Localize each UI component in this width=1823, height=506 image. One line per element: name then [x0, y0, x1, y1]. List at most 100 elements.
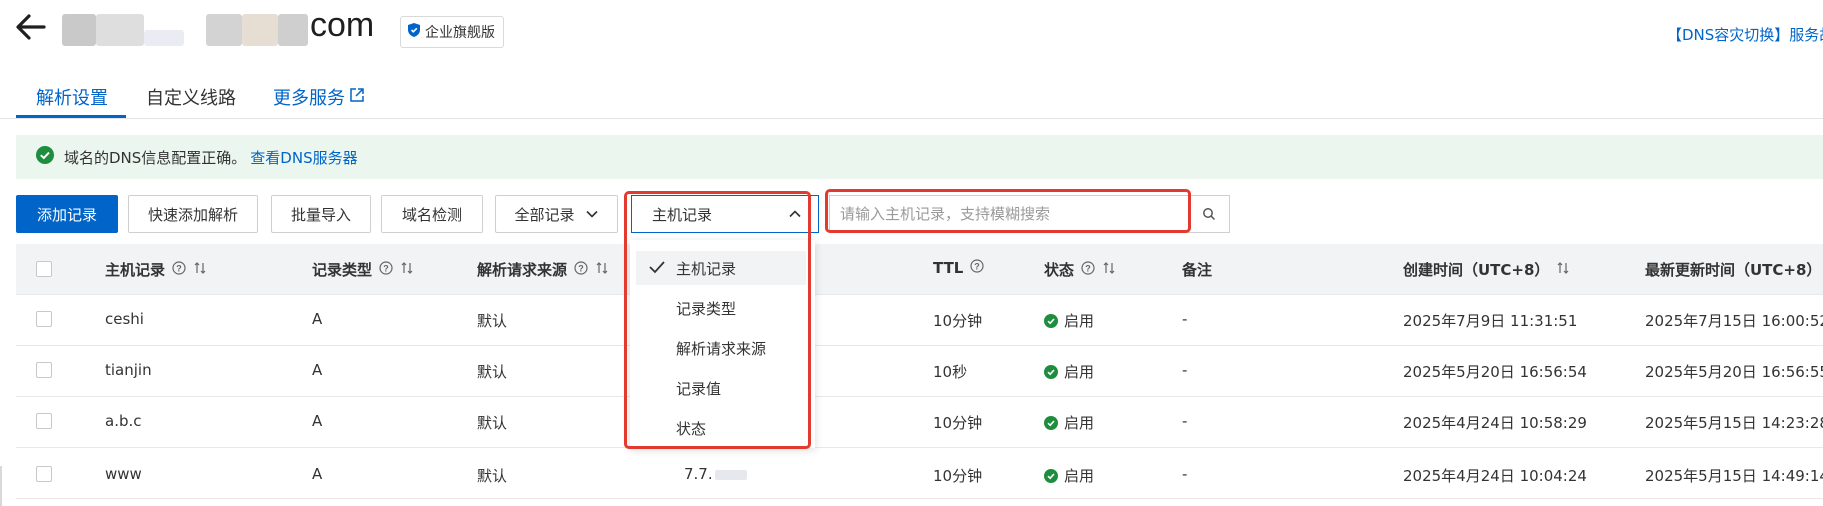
cell-host: www — [105, 465, 142, 483]
add-record-button[interactable]: 添加记录 — [16, 195, 118, 233]
dns-status-alert: 域名的DNS信息配置正确。 查看DNS服务器 — [16, 135, 1823, 179]
cell-ttl: 10分钟 — [933, 467, 983, 485]
help-icon[interactable]: ? — [379, 260, 393, 279]
cell-updated: 2025年5月15日 14:23:28 — [1645, 414, 1823, 432]
row-divider — [16, 396, 1823, 397]
sort-icon[interactable] — [400, 261, 414, 279]
cell-host: tianjin — [105, 361, 152, 379]
record-filter-label: 全部记录 — [514, 205, 575, 224]
column-header-host[interactable]: 主机记录 ? — [105, 259, 207, 280]
row-divider — [16, 447, 1823, 448]
dropdown-option-type[interactable]: 记录类型 — [636, 291, 806, 325]
tabs-divider — [0, 118, 1823, 119]
search-icon — [1202, 207, 1216, 221]
cell-created: 2025年7月9日 11:31:51 — [1403, 312, 1578, 330]
cell-ttl: 10分钟 — [933, 414, 983, 432]
edition-badge: 企业旗舰版 — [400, 16, 504, 48]
search-input[interactable] — [829, 195, 1189, 233]
cell-updated: 2025年5月20日 16:56:55 — [1645, 363, 1823, 381]
cell-source: 默认 — [477, 363, 508, 381]
dropdown-option-source[interactable]: 解析请求来源 — [636, 331, 806, 365]
search-field-select[interactable]: 主机记录 — [631, 195, 819, 233]
dns-failover-link[interactable]: 【DNS容灾切换】服务故障 — [1667, 24, 1823, 45]
dropdown-option-status[interactable]: 状态 — [636, 411, 806, 445]
record-filter-select[interactable]: 全部记录 — [495, 195, 618, 233]
cell-status: 启用 — [1044, 361, 1094, 382]
cell-ttl: 10秒 — [933, 363, 968, 381]
view-dns-servers-link[interactable]: 查看DNS服务器 — [250, 147, 357, 168]
cell-created: 2025年4月24日 10:04:24 — [1403, 467, 1587, 485]
cell-host: ceshi — [105, 310, 144, 328]
cell-host: a.b.c — [105, 412, 142, 430]
row-checkbox[interactable] — [36, 362, 52, 378]
cell-source: 默认 — [477, 312, 508, 330]
help-icon[interactable]: ? — [970, 259, 984, 277]
column-header-remark: 备注 — [1182, 261, 1213, 279]
tab-dns-settings[interactable]: 解析设置 — [36, 84, 108, 110]
svg-text:?: ? — [578, 263, 584, 273]
select-all-checkbox[interactable] — [36, 261, 52, 277]
cell-updated: 2025年7月15日 16:00:52 — [1645, 312, 1823, 330]
help-icon[interactable]: ? — [1081, 260, 1095, 279]
column-header-type[interactable]: 记录类型 ? — [312, 259, 414, 280]
domain-suffix: com — [310, 6, 375, 44]
tab-more-services[interactable]: 更多服务 — [273, 84, 365, 110]
cell-source: 默认 — [477, 467, 508, 485]
cell-updated: 2025年5月15日 14:49:14 — [1645, 467, 1823, 485]
column-header-source[interactable]: 解析请求来源 ? — [477, 259, 609, 280]
alert-message: 域名的DNS信息配置正确。 — [64, 148, 247, 167]
column-header-ttl[interactable]: TTL ? — [933, 259, 984, 277]
row-checkbox[interactable] — [36, 413, 52, 429]
sort-icon[interactable] — [1556, 261, 1570, 279]
check-circle-icon — [1044, 468, 1058, 483]
column-header-created[interactable]: 创建时间（UTC+8） — [1403, 259, 1570, 280]
back-arrow-icon[interactable] — [14, 10, 48, 44]
batch-import-button[interactable]: 批量导入 — [271, 195, 371, 233]
redacted-value — [714, 469, 747, 480]
cell-remark: - — [1182, 310, 1188, 328]
svg-text:?: ? — [176, 263, 182, 273]
cell-created: 2025年4月24日 10:58:29 — [1403, 414, 1587, 432]
cell-remark: - — [1182, 465, 1188, 483]
edition-label: 企业旗舰版 — [425, 25, 495, 41]
sort-icon[interactable] — [1102, 261, 1116, 279]
column-header-status[interactable]: 状态 ? — [1044, 259, 1116, 280]
cell-type: A — [312, 361, 323, 379]
checkmark-icon — [648, 260, 666, 278]
cell-source: 默认 — [477, 414, 508, 432]
tab-more-services-label: 更多服务 — [273, 88, 345, 109]
cell-value: 7.7. — [684, 465, 747, 483]
cell-ttl: 10分钟 — [933, 312, 983, 330]
cell-status: 启用 — [1044, 310, 1094, 331]
svg-text:?: ? — [975, 262, 981, 272]
cell-remark: - — [1182, 412, 1188, 430]
svg-text:?: ? — [1085, 263, 1091, 273]
dropdown-option-value[interactable]: 记录值 — [636, 371, 806, 405]
check-circle-icon — [1044, 415, 1058, 430]
help-icon[interactable]: ? — [574, 260, 588, 279]
check-circle-icon — [36, 146, 54, 168]
sort-icon[interactable] — [193, 261, 207, 279]
search-field-label: 主机记录 — [652, 205, 713, 224]
chevron-up-icon — [788, 209, 802, 219]
sort-icon[interactable] — [595, 261, 609, 279]
check-circle-icon — [1044, 313, 1058, 328]
dropdown-option-host[interactable]: 主机记录 — [636, 251, 806, 285]
check-circle-icon — [1044, 364, 1058, 379]
cell-status: 启用 — [1044, 465, 1094, 486]
svg-text:?: ? — [383, 263, 389, 273]
page-edge — [0, 466, 2, 506]
domain-check-button[interactable]: 域名检测 — [381, 195, 483, 233]
row-checkbox[interactable] — [36, 466, 52, 482]
search-button[interactable] — [1188, 195, 1230, 233]
tab-custom-lines[interactable]: 自定义线路 — [146, 84, 236, 110]
quick-add-button[interactable]: 快速添加解析 — [128, 195, 258, 233]
help-icon[interactable]: ? — [172, 260, 186, 279]
cell-type: A — [312, 412, 323, 430]
shield-icon — [407, 22, 425, 42]
column-header-updated[interactable]: 最新更新时间（UTC+8） — [1645, 259, 1823, 280]
row-checkbox[interactable] — [36, 311, 52, 327]
cell-type: A — [312, 310, 323, 328]
cell-status: 启用 — [1044, 412, 1094, 433]
external-link-icon — [345, 87, 365, 108]
